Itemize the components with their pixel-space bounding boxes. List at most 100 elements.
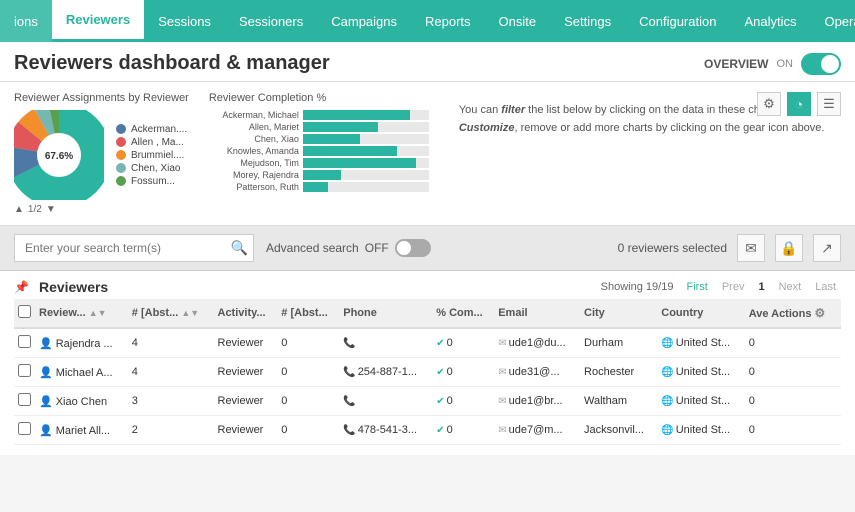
nav-item-sessions[interactable]: Sessions <box>144 0 225 42</box>
list-view-button[interactable]: ☰ <box>817 92 841 116</box>
down-arrow-icon[interactable]: ▼ <box>46 204 56 215</box>
row-1-city: Rochester <box>580 358 657 387</box>
export-action-button[interactable]: ↗ <box>813 234 841 262</box>
advanced-search-toggle[interactable] <box>395 239 431 257</box>
search-button[interactable]: 🔍 <box>231 240 248 257</box>
row-0-city: Durham <box>580 328 657 358</box>
pie-container: 67.6% Ackerman.... Allen , Ma... Brummie… <box>14 110 189 200</box>
email-action-button[interactable]: ✉ <box>737 234 765 262</box>
col-city: City <box>580 299 657 328</box>
up-arrow-icon[interactable]: ▲ <box>14 204 24 215</box>
col-pct: % Com... <box>432 299 494 328</box>
pagination-controls: First Prev 1 Next Last <box>681 280 841 294</box>
last-page-button[interactable]: Last <box>810 280 841 294</box>
row-1-abs2: 0 <box>277 358 339 387</box>
pie-legend: Ackerman.... Allen , Ma... Brummiel.... … <box>116 124 187 187</box>
table-meta: Showing 19/19 First Prev 1 Next Last <box>601 280 841 294</box>
row-2-phone: 📞 <box>339 387 432 416</box>
row-2-pct: ✔0 <box>432 387 494 416</box>
gear-button[interactable]: ⚙ <box>757 92 781 116</box>
row-0-abs2: 0 <box>277 328 339 358</box>
row-0-checkbox-cell[interactable] <box>14 328 35 358</box>
row-2-email: ✉ude1@br... <box>494 387 580 416</box>
page-title: Reviewers dashboard & manager <box>14 52 330 75</box>
legend-item-0[interactable]: Ackerman.... <box>116 124 187 135</box>
legend-item-1[interactable]: Allen , Ma... <box>116 137 187 148</box>
overview-toggle-switch[interactable] <box>801 53 841 75</box>
overview-label: OVERVIEW <box>704 57 768 71</box>
row-1-checkbox-cell[interactable] <box>14 358 35 387</box>
row-3-city: Jacksonvil... <box>580 416 657 445</box>
select-all-checkbox[interactable] <box>18 305 31 318</box>
row-3-checkbox-cell[interactable] <box>14 416 35 445</box>
col-reviewer[interactable]: Review... ▲▼ <box>35 299 128 328</box>
reviewers-table: Review... ▲▼ # [Abst... ▲▼ Activity... #… <box>14 299 841 445</box>
row-1-name: 👤Michael A... <box>35 358 128 387</box>
nav-item-ions[interactable]: ions <box>0 0 52 42</box>
showing-count: Showing 19/19 <box>601 281 674 293</box>
row-1-pct: ✔0 <box>432 358 494 387</box>
table-section-title: Reviewers <box>39 279 108 295</box>
row-3-ave: 0 <box>745 416 841 445</box>
row-1-abs: 4 <box>128 358 214 387</box>
col-ave[interactable]: Ave Actions ⚙ <box>745 299 841 328</box>
row-1-phone: 📞254-887-1... <box>339 358 432 387</box>
advanced-search-off-label: OFF <box>365 241 389 255</box>
nav-item-sessioners[interactable]: Sessioners <box>225 0 317 42</box>
col-abs1[interactable]: # [Abst... ▲▼ <box>128 299 214 328</box>
row-1-checkbox[interactable] <box>18 364 31 377</box>
first-page-button[interactable]: First <box>681 280 712 294</box>
prev-page-button[interactable]: Prev <box>717 280 750 294</box>
bar-chart-block: Reviewer Completion % Ackerman, Michael … <box>209 92 429 215</box>
row-3-country: 🌐United St... <box>657 416 744 445</box>
row-2-activity: Reviewer <box>214 387 278 416</box>
pie-chart-block: Reviewer Assignments by Reviewer <box>14 92 189 215</box>
bar-row-3[interactable]: Knowles, Amanda <box>209 146 429 156</box>
table-section: 📌 Reviewers Showing 19/19 First Prev 1 N… <box>0 271 855 455</box>
page-header: Reviewers dashboard & manager OVERVIEW O… <box>0 42 855 82</box>
legend-item-2[interactable]: Brummiel.... <box>116 150 187 161</box>
legend-item-3[interactable]: Chen, Xiao <box>116 163 187 174</box>
legend-item-4[interactable]: Fossum... <box>116 176 187 187</box>
nav-item-configuration[interactable]: Configuration <box>625 0 730 42</box>
row-2-ave: 0 <box>745 387 841 416</box>
nav-item-onsite[interactable]: Onsite <box>485 0 551 42</box>
col-activity: Activity... <box>214 299 278 328</box>
row-2-checkbox[interactable] <box>18 393 31 406</box>
bar-row-6[interactable]: Patterson, Ruth <box>209 182 429 192</box>
nav-item-reports[interactable]: Reports <box>411 0 485 42</box>
bar-row-2[interactable]: Chen, Xiao <box>209 134 429 144</box>
row-1-activity: Reviewer <box>214 358 278 387</box>
bar-row-1[interactable]: Allen, Mariet <box>209 122 429 132</box>
row-2-name: 👤Xiao Chen <box>35 387 128 416</box>
lock-action-button[interactable]: 🔒 <box>775 234 803 262</box>
select-all-header[interactable] <box>14 299 35 328</box>
nav-item-analytics[interactable]: Analytics <box>730 0 810 42</box>
search-input[interactable] <box>14 234 254 262</box>
row-3-pct: ✔0 <box>432 416 494 445</box>
pie-view-button[interactable]: ◔ <box>787 92 811 116</box>
bar-chart-title: Reviewer Completion % <box>209 92 429 104</box>
nav-item-campaigns[interactable]: Campaigns <box>317 0 411 42</box>
nav-item-settings[interactable]: Settings <box>550 0 625 42</box>
bar-row-0[interactable]: Ackerman, Michael <box>209 110 429 120</box>
col-email: Email <box>494 299 580 328</box>
row-3-name: 👤Mariet All... <box>35 416 128 445</box>
bar-row-5[interactable]: Morey, Rajendra <box>209 170 429 180</box>
row-0-checkbox[interactable] <box>18 335 31 348</box>
row-3-email: ✉ude7@m... <box>494 416 580 445</box>
svg-text:67.6%: 67.6% <box>45 151 73 162</box>
next-page-button[interactable]: Next <box>774 280 807 294</box>
row-0-abs: 4 <box>128 328 214 358</box>
row-3-checkbox[interactable] <box>18 422 31 435</box>
pie-chart-svg[interactable]: 67.6% <box>14 110 104 200</box>
nav-item-reviewers[interactable]: Reviewers <box>52 0 144 42</box>
nav-item-operation[interactable]: Operation <box>810 0 855 42</box>
col-phone: Phone <box>339 299 432 328</box>
selected-count: 0 reviewers selected <box>618 241 727 255</box>
col-country: Country <box>657 299 744 328</box>
current-page: 1 <box>753 280 769 294</box>
bar-row-4[interactable]: Mejudson, Tim <box>209 158 429 168</box>
row-2-checkbox-cell[interactable] <box>14 387 35 416</box>
row-1-email: ✉ude31@... <box>494 358 580 387</box>
